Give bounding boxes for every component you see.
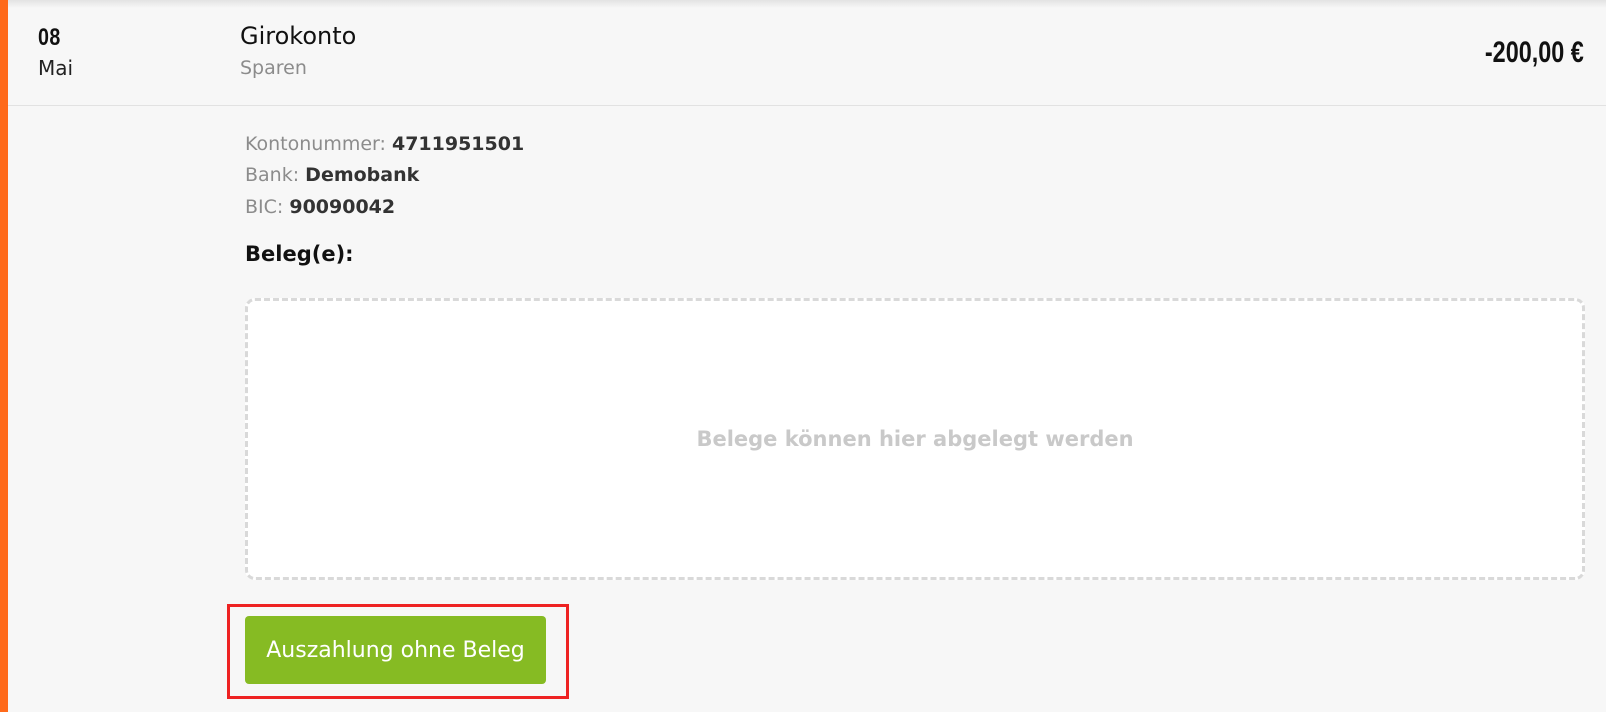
kontonummer-label: Kontonummer:: [245, 133, 386, 155]
dropzone-hint: Belege können hier abgelegt werden: [696, 427, 1134, 451]
kontonummer-line: Kontonummer: 4711951501: [245, 133, 524, 155]
kontonummer-value: 4711951501: [391, 133, 525, 155]
bank-label: Bank:: [245, 164, 300, 186]
transaction-category: Sparen: [240, 57, 307, 79]
transaction-date-day: 08: [38, 24, 61, 51]
account-name: Girokonto: [240, 22, 357, 50]
transaction-date-month: Mai: [38, 56, 74, 80]
belege-heading: Beleg(e):: [245, 242, 354, 266]
bic-line: BIC: 90090042: [245, 196, 395, 218]
receipt-dropzone[interactable]: Belege können hier abgelegt werden: [245, 298, 1585, 580]
bank-line: Bank: Demobank: [245, 164, 419, 186]
transaction-amount: -200,00 €: [1485, 36, 1584, 69]
bic-value: 90090042: [289, 196, 396, 218]
bic-label: BIC:: [245, 196, 284, 218]
accent-bar: [0, 0, 8, 712]
transaction-header[interactable]: 08 Mai Girokonto Sparen -200,00 €: [8, 0, 1606, 106]
bank-value: Demobank: [305, 164, 420, 186]
payout-without-receipt-button[interactable]: Auszahlung ohne Beleg: [245, 616, 546, 684]
